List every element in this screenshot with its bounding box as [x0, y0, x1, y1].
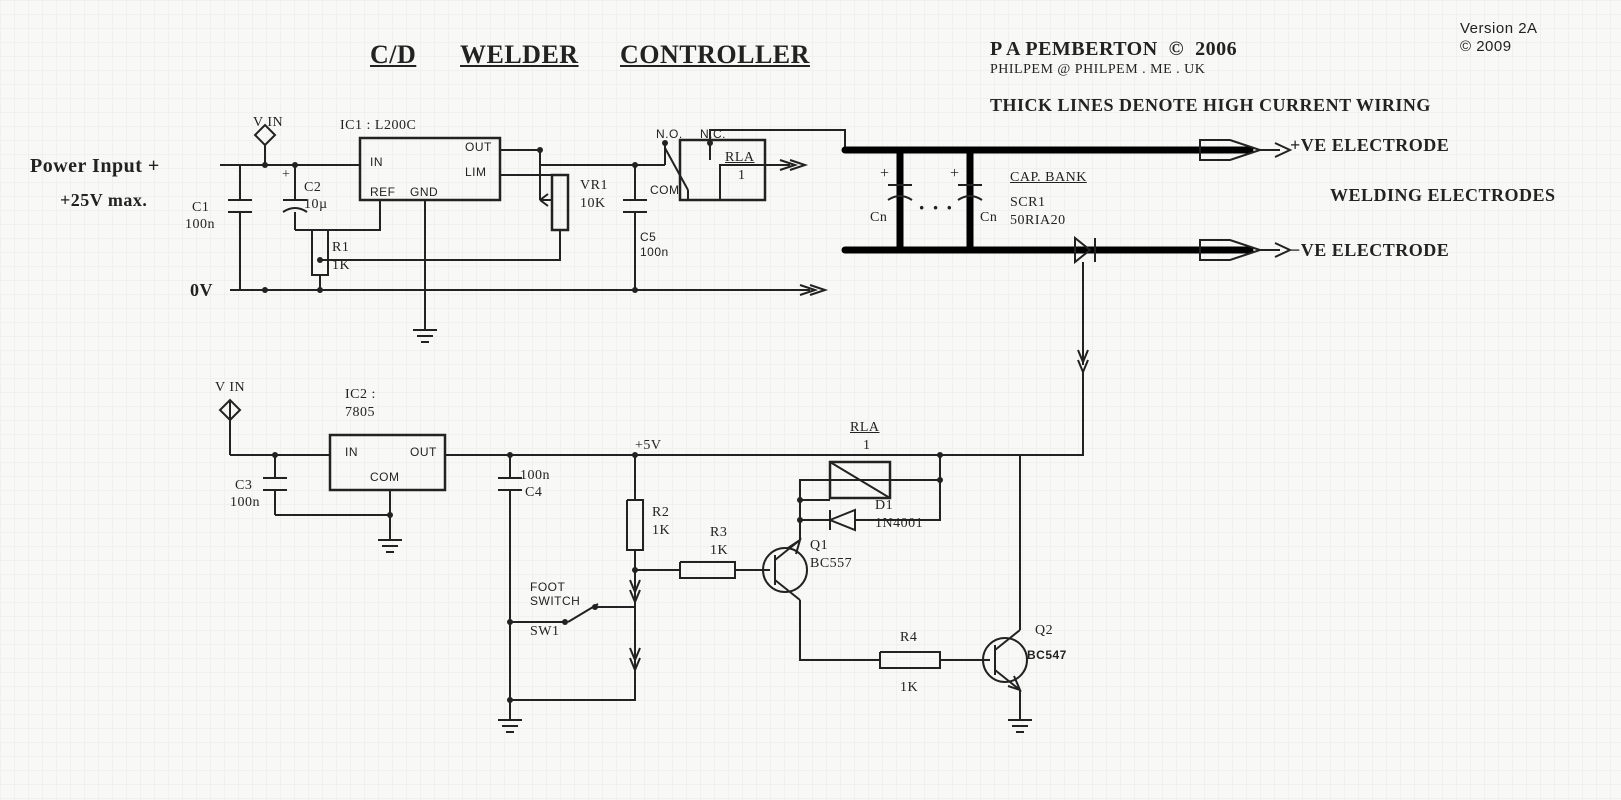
schematic-diagram: + + +	[0, 0, 1621, 800]
svg-text:+: +	[950, 165, 959, 182]
svg-text:+: +	[282, 167, 290, 182]
svg-text:+: +	[880, 165, 889, 182]
